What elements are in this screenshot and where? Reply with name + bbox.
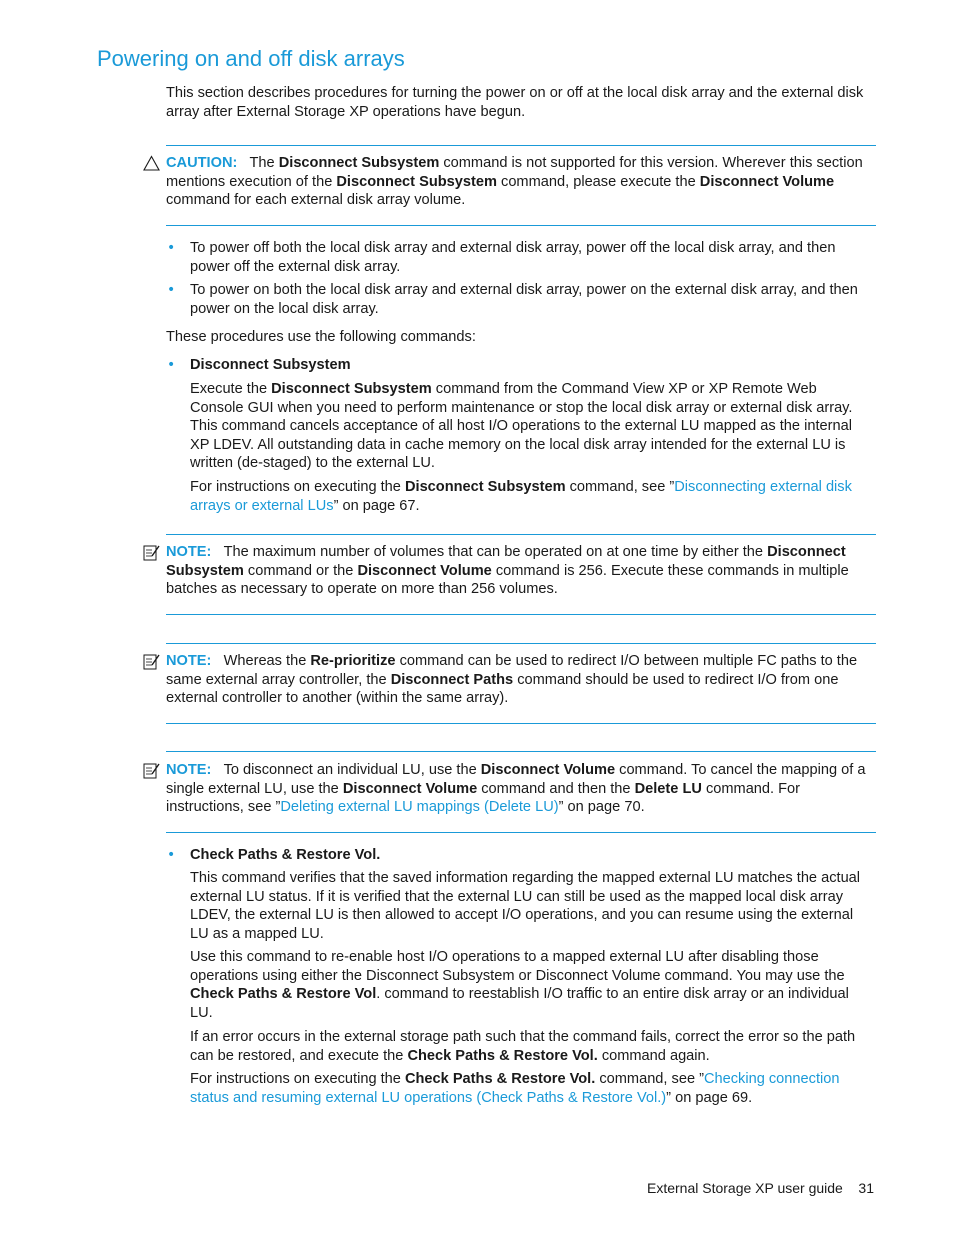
disconnect-description: Execute the Disconnect Subsystem command… (190, 380, 874, 473)
note-icon (143, 763, 160, 779)
bold-text: Check Paths & Restore Vol. (407, 1047, 598, 1064)
text: To disconnect an individual LU, use the (223, 762, 481, 778)
bullet-icon: • (167, 240, 176, 256)
bullet-icon: • (167, 357, 176, 373)
note-2: NOTE: Whereas the Re-prioritize command … (166, 652, 874, 708)
note-3: NOTE: To disconnect an individual LU, us… (166, 761, 874, 817)
bold-text: Check Paths & Restore Vol. (404, 1071, 596, 1087)
page-number: 31 (858, 1180, 874, 1196)
caution-bold: Disconnect Volume (699, 173, 835, 190)
divider (166, 225, 876, 226)
text: ” on page 69. (666, 1089, 753, 1106)
bold-text: Delete LU (634, 780, 702, 797)
bullet-icon: • (167, 847, 176, 863)
divider (166, 751, 876, 752)
note-label: NOTE: (166, 762, 212, 778)
caution-text: command for each external disk array vol… (166, 192, 466, 209)
guide-title: External Storage XP user guide (646, 1180, 843, 1196)
command-heading-text: Check Paths & Restore Vol. (190, 847, 381, 863)
caution-bold: Disconnect Subsystem (336, 173, 497, 190)
bold-text: Re-prioritize (310, 653, 396, 669)
divider (166, 832, 876, 833)
text: command again. (597, 1047, 710, 1064)
check-description: This command verifies that the saved inf… (190, 870, 861, 942)
commands-intro: These procedures use the following comma… (166, 329, 476, 345)
disconnect-instructions: For instructions on executing the Discon… (190, 478, 860, 515)
caution-triangle-icon (143, 155, 160, 171)
bold-text: Disconnect Paths (390, 671, 514, 688)
bold-text: Disconnect Volume (357, 562, 492, 579)
list-item: To power off both the local disk array a… (190, 240, 836, 275)
divider (166, 643, 876, 644)
document-page: Powering on and off disk arrays This sec… (0, 0, 954, 1235)
bold-text: Disconnect Volume (342, 780, 478, 797)
caution-text: The (249, 155, 279, 171)
command-heading-text: Disconnect Subsystem (190, 357, 351, 373)
bold-text: Check Paths & Restore Vol (190, 986, 377, 1003)
text: ” on page 70. (558, 799, 645, 816)
intro-paragraph: This section describes procedures for tu… (166, 85, 864, 120)
divider (166, 534, 876, 535)
text: For instructions on executing the (190, 479, 405, 495)
note-label: NOTE: (166, 544, 212, 560)
divider (166, 723, 876, 724)
bold-text: Disconnect Subsystem (404, 479, 566, 495)
check-error: If an error occurs in the external stora… (190, 1028, 874, 1065)
command-heading: Disconnect Subsystem (190, 356, 351, 375)
note-icon (143, 545, 160, 561)
check-instructions: For instructions on executing the Check … (190, 1070, 860, 1107)
caution-label: CAUTION: (166, 155, 238, 171)
text: command and then the (477, 780, 635, 797)
bold-text: Disconnect Volume (480, 762, 616, 778)
caution-text: command, please execute the (496, 173, 700, 190)
check-usage: Use this command to re-enable host I/O o… (190, 948, 874, 1022)
command-heading: Check Paths & Restore Vol. (190, 846, 380, 865)
text: Use this command to re-enable host I/O o… (190, 949, 845, 984)
caution-bold: Disconnect Subsystem (278, 155, 440, 171)
text: Execute the (190, 381, 272, 397)
divider (166, 614, 876, 615)
caution-note: CAUTION: The Disconnect Subsystem comman… (166, 154, 872, 210)
text: command, see ” (565, 479, 675, 495)
note-1: NOTE: The maximum number of volumes that… (166, 543, 872, 599)
section-title: Powering on and off disk arrays (97, 46, 405, 71)
deleting-mappings-link[interactable]: Deleting external LU mappings (Delete LU… (280, 799, 558, 815)
bold-text: Disconnect Subsystem (271, 381, 432, 397)
page-footer: External Storage XP user guide 31 (647, 1180, 874, 1196)
note-label: NOTE: (166, 653, 212, 669)
bullet-icon: • (167, 282, 176, 298)
text: Whereas the (223, 653, 311, 669)
text: command, see ” (595, 1071, 704, 1087)
text: ” on page 67. (333, 497, 420, 514)
text: command or the (243, 562, 358, 579)
note-icon (143, 654, 160, 670)
list-item: To power on both the local disk array an… (190, 282, 858, 317)
text: The maximum number of volumes that can b… (223, 544, 768, 560)
divider (166, 145, 876, 146)
text: For instructions on executing the (190, 1071, 405, 1087)
